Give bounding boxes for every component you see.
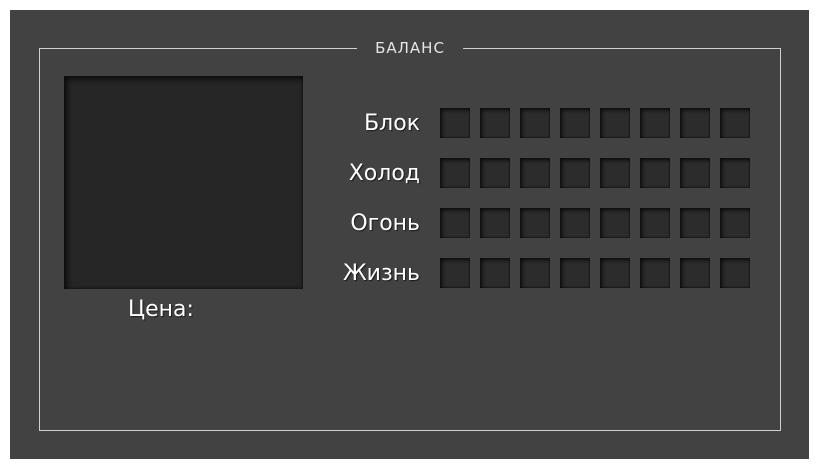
stat-cell-block [720, 108, 750, 138]
stat-cells-block [440, 108, 750, 138]
stat-cell-block [480, 108, 510, 138]
stat-cells-life [440, 258, 750, 288]
stat-cell-life [560, 258, 590, 288]
stat-cell-cold [440, 158, 470, 188]
stat-row-fire: Огонь [310, 208, 755, 240]
stat-cell-life [600, 258, 630, 288]
stat-cell-life [680, 258, 710, 288]
stat-cell-fire [720, 208, 750, 238]
stat-cell-cold [680, 158, 710, 188]
stat-cell-life [520, 258, 550, 288]
stat-row-cold: Холод [310, 158, 755, 190]
stat-cell-fire [640, 208, 670, 238]
stat-cell-cold [480, 158, 510, 188]
price-label: Цена: [128, 297, 194, 322]
stat-cells-cold [440, 158, 750, 188]
stat-cell-fire [680, 208, 710, 238]
stat-cell-block [640, 108, 670, 138]
stat-row-life: Жизнь [310, 258, 755, 290]
stat-cell-life [440, 258, 470, 288]
stat-cell-cold [720, 158, 750, 188]
panel-title: БАЛАНС [357, 40, 463, 57]
stat-cell-life [640, 258, 670, 288]
stat-cell-block [680, 108, 710, 138]
stat-label-block: Блок [364, 111, 420, 136]
item-preview-slot[interactable] [64, 76, 303, 289]
stat-cell-cold [600, 158, 630, 188]
stat-label-cold: Холод [348, 161, 420, 186]
stat-cell-fire [480, 208, 510, 238]
stat-cell-block [600, 108, 630, 138]
stat-label-fire: Огонь [350, 211, 420, 236]
balance-panel: БАЛАНС Цена: Блок Холод Огонь Жизнь [10, 10, 809, 459]
stat-row-block: Блок [310, 108, 755, 140]
stat-cell-cold [560, 158, 590, 188]
stat-cell-block [560, 108, 590, 138]
stat-cell-cold [520, 158, 550, 188]
stat-cell-fire [440, 208, 470, 238]
stat-cell-fire [520, 208, 550, 238]
stat-cell-life [480, 258, 510, 288]
stat-cell-cold [640, 158, 670, 188]
stat-cells-fire [440, 208, 750, 238]
stat-cell-fire [560, 208, 590, 238]
stat-cell-life [720, 258, 750, 288]
stat-cell-block [440, 108, 470, 138]
stat-label-life: Жизнь [342, 261, 420, 286]
stat-cell-block [520, 108, 550, 138]
stat-cell-fire [600, 208, 630, 238]
